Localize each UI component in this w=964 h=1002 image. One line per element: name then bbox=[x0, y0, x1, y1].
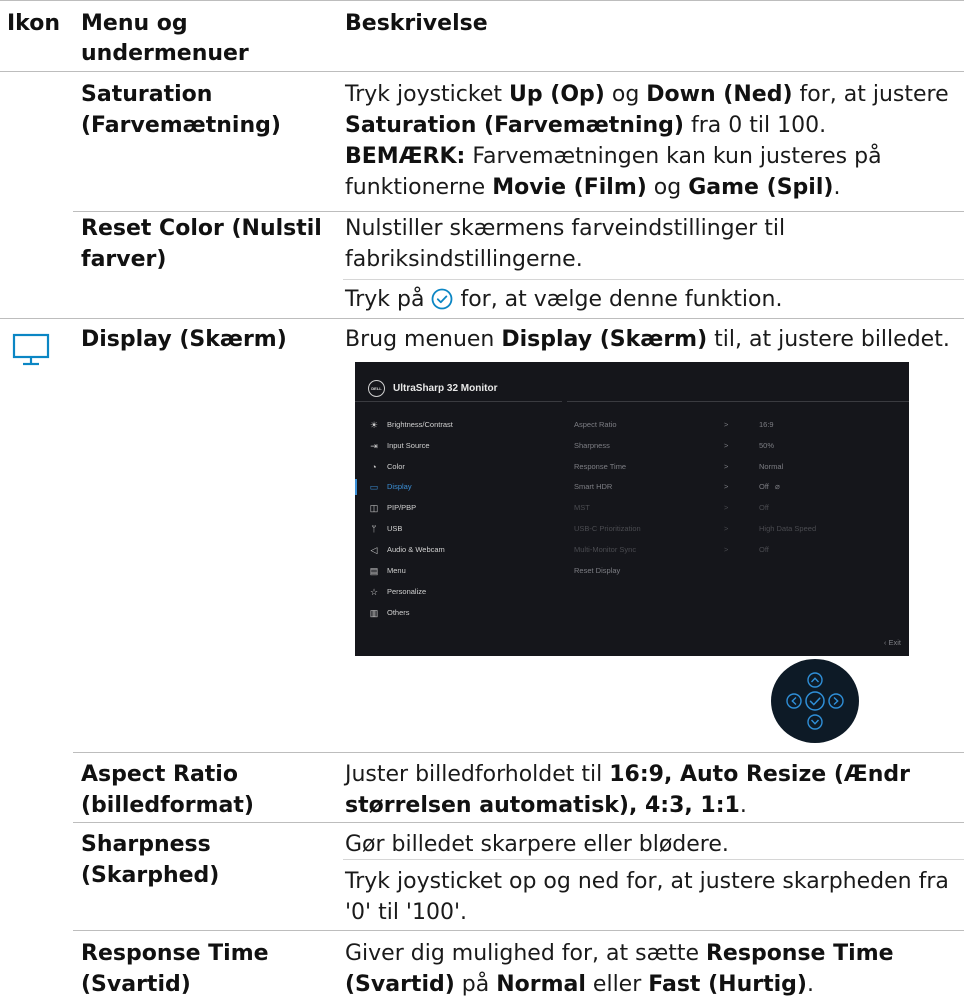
sharpness-menu-line1: Sharpness bbox=[81, 832, 211, 857]
response-time-desc-line2: (Svartid) på Normal eller Fast (Hurtig). bbox=[345, 972, 814, 997]
saturation-menu-line1: Saturation bbox=[81, 82, 213, 107]
osd-active-indicator bbox=[355, 479, 357, 495]
response-time-menu-line1: Response Time bbox=[81, 941, 269, 966]
subrow-rule bbox=[343, 279, 964, 280]
response-time-menu-line2: (Svartid) bbox=[81, 972, 191, 997]
joystick-icon bbox=[770, 658, 860, 748]
osd-menu-item[interactable]: ◫ PIP/PBP bbox=[367, 500, 567, 516]
sharpness-menu-line2: (Skarphed) bbox=[81, 863, 220, 888]
aspect-ratio-menu-line1: Aspect Ratio bbox=[81, 762, 238, 787]
sharpness-desc-line2: Tryk joysticket op og ned for, at juster… bbox=[345, 869, 949, 894]
osd-menu-item[interactable]: ☀ Brightness/Contrast bbox=[367, 417, 567, 433]
saturation-desc-line1: Tryk joysticket Up (Op) og Down (Ned) fo… bbox=[345, 82, 949, 107]
osd-setting-row[interactable]: Reset Display bbox=[574, 563, 894, 579]
sharpness-desc-line3: '0' til '100'. bbox=[345, 900, 468, 925]
reset-color-desc-line2: fabriksindstillingerne. bbox=[345, 247, 583, 272]
star-icon: ☆ bbox=[369, 587, 379, 597]
display-desc: Brug menuen Display (Skærm) til, at just… bbox=[345, 327, 950, 352]
osd-exit-button[interactable]: ‹ Exit bbox=[884, 638, 901, 647]
reset-color-desc-line3: Tryk på for, at vælge denne funktion. bbox=[345, 287, 783, 312]
osd-screenshot: DELL UltraSharp 32 Monitor ☀ Brightness/C… bbox=[355, 362, 909, 656]
dell-logo: DELL bbox=[368, 380, 385, 397]
reset-color-desc-line1: Nulstiller skærmens farveindstillinger t… bbox=[345, 216, 786, 241]
monitor-icon bbox=[12, 332, 50, 372]
aspect-ratio-desc-line1: Juster billedforholdet til 16:9, Auto Re… bbox=[345, 762, 911, 787]
osd-setting-row: MST > Off bbox=[574, 503, 769, 512]
hdr-off-icon: ⌀ bbox=[775, 482, 780, 491]
row-rule bbox=[0, 318, 964, 319]
osd-divider-right bbox=[567, 401, 909, 402]
osd-menu-item[interactable]: ☆ Personalize bbox=[367, 584, 567, 600]
osd-menu-item[interactable]: ▥ Others bbox=[367, 605, 567, 621]
header-bottom-rule bbox=[0, 71, 964, 72]
audio-icon: ◁ bbox=[370, 545, 378, 555]
reset-color-menu-line2: farver) bbox=[81, 247, 167, 272]
osd-setting-row: Multi-Monitor Sync > Off bbox=[574, 545, 769, 554]
osd-menu-item[interactable]: ◔ Color bbox=[367, 459, 567, 475]
saturation-desc-line2: Saturation (Farvemætning) fra 0 til 100. bbox=[345, 113, 827, 138]
osd-menu-item[interactable]: ◁ Audio & Webcam bbox=[367, 542, 567, 558]
osd-setting-row: USB-C Prioritization > High Data Speed bbox=[574, 524, 817, 533]
color-palette-icon: ◔ bbox=[371, 462, 377, 472]
sharpness-desc-line1: Gør billedet skarpere eller blødere. bbox=[345, 832, 729, 857]
usb-icon: ᛘ bbox=[371, 524, 377, 534]
brightness-icon: ☀ bbox=[369, 420, 379, 430]
osd-menu-item[interactable]: ᛘ USB bbox=[367, 521, 567, 537]
header-menu-col-line1: Menu og bbox=[81, 11, 188, 36]
check-circle-icon bbox=[431, 288, 453, 310]
others-icon: ▥ bbox=[369, 608, 379, 618]
response-time-desc-line1: Giver dig mulighed for, at sætte Respons… bbox=[345, 941, 894, 966]
row-rule bbox=[73, 822, 964, 823]
osd-title: UltraSharp 32 Monitor bbox=[393, 383, 498, 394]
row-rule bbox=[73, 211, 964, 212]
osd-setting-row[interactable]: Response Time > Normal bbox=[574, 459, 894, 475]
input-source-icon: ⇥ bbox=[370, 441, 378, 451]
saturation-note: BEMÆRK: Farvemætningen kan kun justeres … bbox=[345, 144, 882, 169]
osd-menu-item[interactable]: ▤ Menu bbox=[367, 563, 567, 579]
saturation-menu-line2: (Farvemætning) bbox=[81, 113, 281, 138]
osd-menu-item-active[interactable]: ▭ Display bbox=[367, 479, 567, 495]
row-rule bbox=[73, 752, 964, 753]
display-menu: Display (Skærm) bbox=[81, 327, 287, 352]
header-icon-col: Ikon bbox=[7, 11, 61, 36]
aspect-ratio-menu-line2: (billedformat) bbox=[81, 793, 254, 818]
menu-icon: ▤ bbox=[369, 566, 379, 576]
osd-setting-row[interactable]: Sharpness >50% bbox=[574, 438, 894, 454]
osd-divider-left bbox=[355, 401, 562, 402]
aspect-ratio-desc-line2: størrelsen automatisk), 4:3, 1:1. bbox=[345, 793, 747, 818]
header-desc-col: Beskrivelse bbox=[345, 11, 488, 36]
saturation-desc-line4: funktionerne Movie (Film) og Game (Spil)… bbox=[345, 175, 841, 200]
reset-color-menu-line1: Reset Color (Nulstil bbox=[81, 216, 322, 241]
osd-menu-item[interactable]: ⇥ Input Source bbox=[367, 438, 567, 454]
row-rule bbox=[73, 930, 964, 931]
pip-pbp-icon: ◫ bbox=[369, 503, 379, 513]
table-top-rule bbox=[0, 0, 964, 1]
header-menu-col-line2: undermenuer bbox=[81, 41, 249, 66]
osd-setting-row[interactable]: Aspect Ratio >16:9 bbox=[574, 417, 894, 433]
display-icon: ▭ bbox=[369, 482, 379, 492]
osd-setting-row[interactable]: Smart HDR > Off ⌀ bbox=[574, 479, 894, 495]
